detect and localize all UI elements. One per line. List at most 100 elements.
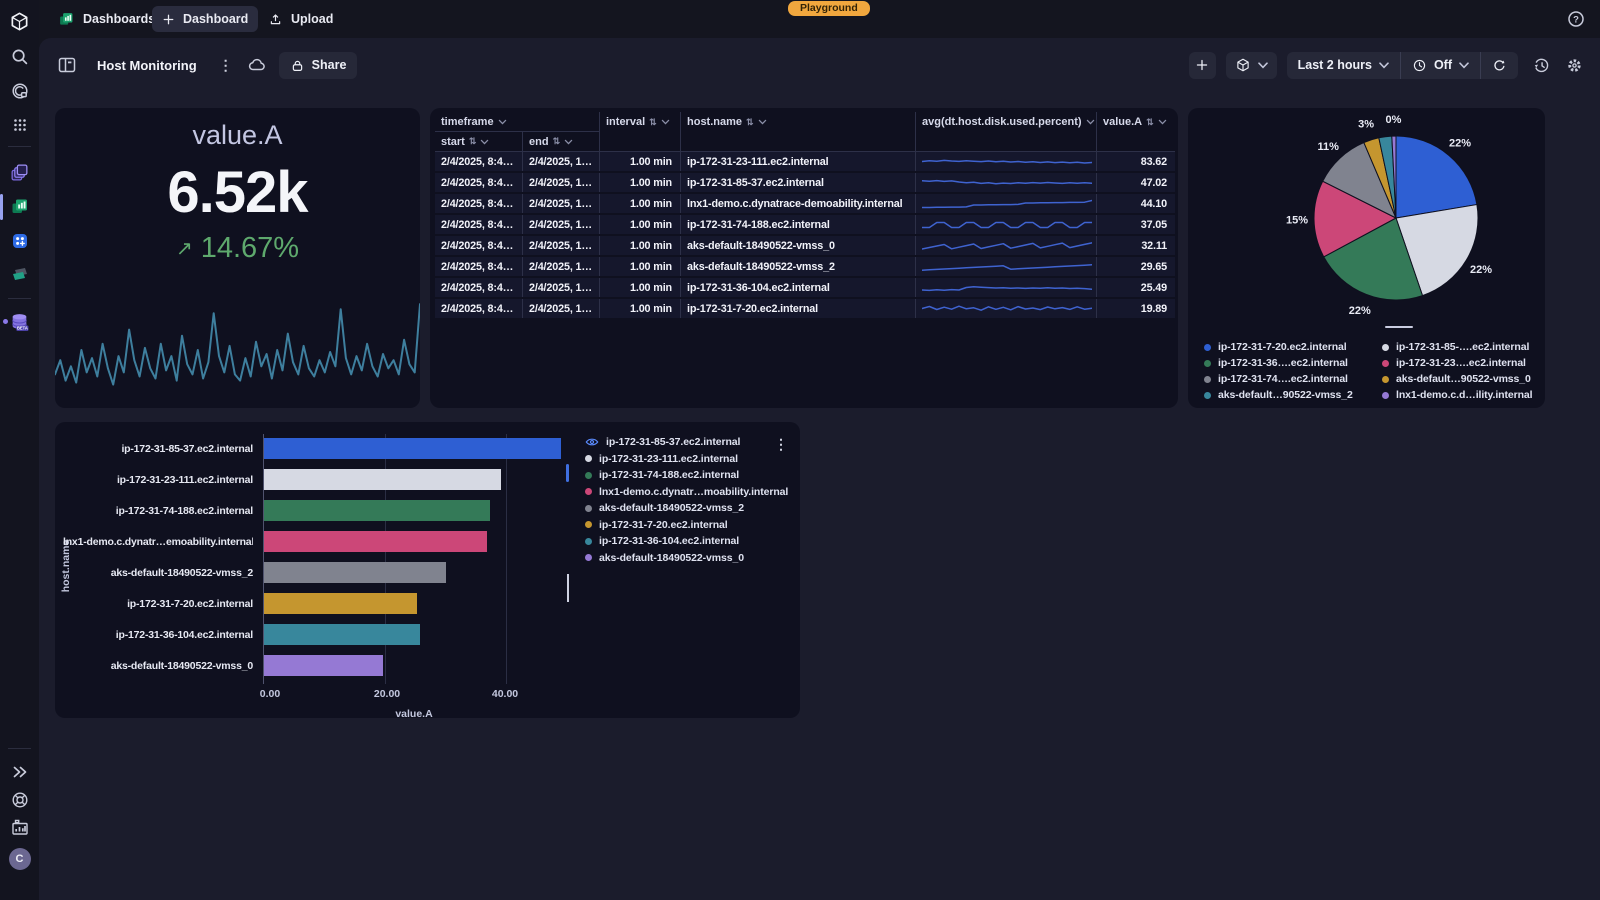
add-tile-button[interactable] [1189, 52, 1216, 79]
column-header-timeframe[interactable]: timeframe [435, 112, 600, 132]
app-sidebar: BETA C [0, 0, 39, 900]
variables-cube-dropdown[interactable] [1226, 52, 1277, 79]
bar-category-label: ip-172-31-74-188.ec2.internal [63, 500, 253, 522]
cell-host: lnx1-demo.c.dynatrace-demoability.intern… [681, 194, 916, 213]
bar[interactable] [264, 531, 487, 552]
bar[interactable] [264, 438, 561, 459]
bar-x-axis-label: value.A [263, 708, 565, 720]
user-avatar[interactable]: C [0, 847, 39, 871]
legend-label: ip-172-31-36-104.ec2.internal [599, 535, 739, 547]
tab-dashboards[interactable]: Dashboards [48, 6, 165, 32]
app-grid-icon[interactable] [0, 113, 39, 137]
auto-refresh-selector[interactable]: Off [1400, 52, 1480, 79]
row-sparkline [922, 217, 1092, 233]
clouds-app-icon[interactable] [0, 160, 39, 184]
kpi-sparkline[interactable] [55, 298, 420, 406]
tab-upload[interactable]: Upload [258, 6, 343, 32]
timeframe-selector[interactable]: Last 2 hours [1287, 52, 1400, 79]
legend-item[interactable]: ip-172-31-85-37.ec2.internal [585, 436, 740, 448]
bar-category-label: lnx1-demo.c.dynatr…emoability.internal [63, 531, 253, 553]
column-header-avg-disk[interactable]: avg(dt.host.disk.used.percent) [916, 112, 1097, 132]
chevron-down-icon [1379, 62, 1389, 69]
legend-item[interactable]: lnx1-demo.c.dynatr…moability.internal [585, 486, 788, 498]
table-subheader-row: start ⇅ end ⇅ [435, 132, 1175, 152]
cell-end: 2/4/2025, 1… [523, 173, 600, 192]
legend-item[interactable]: ip-172-31-7-20.ec2.internal [585, 519, 728, 531]
legend-item[interactable]: aks-default-18490522-vmss_2 [585, 502, 744, 514]
avatar-initial: C [16, 853, 24, 865]
share-button[interactable]: Share [279, 52, 358, 79]
bar-category-label: ip-172-31-85-37.ec2.internal [63, 438, 253, 460]
column-header-start[interactable]: start ⇅ [435, 132, 523, 152]
expand-sidebar-icon[interactable] [0, 760, 39, 784]
pie-chart[interactable]: 22%22%22%15%11%3%0% [1188, 108, 1545, 322]
bar[interactable] [264, 624, 420, 645]
legend-item[interactable]: ip-172-31-36-104.ec2.internal [585, 535, 739, 547]
storage-beta-app-icon[interactable]: BETA [0, 310, 39, 334]
legend-item[interactable]: ip-172-31-23-111.ec2.internal [585, 453, 738, 465]
chevron-down-icon [1158, 119, 1167, 125]
column-label: end [529, 136, 549, 148]
column-header-host[interactable]: host.name ⇅ [681, 112, 916, 132]
cell-value: 19.89 [1097, 299, 1175, 318]
legend-item[interactable]: aks-default…90522-vmss_0 [1382, 373, 1531, 385]
trend-up-icon: ↗ [176, 236, 193, 261]
kpi-value: 6.52k [167, 159, 307, 226]
legend-dot [1382, 376, 1389, 383]
history-icon[interactable] [1532, 56, 1551, 75]
column-label: start [441, 136, 465, 148]
bar[interactable] [264, 655, 383, 676]
chevron-down-icon [564, 139, 573, 145]
chevron-down-icon [661, 119, 670, 125]
bar[interactable] [264, 500, 490, 521]
column-header-interval[interactable]: interval ⇅ [600, 112, 681, 132]
legend-item[interactable]: ip-172-31-7-20.ec2.internal [1204, 341, 1347, 353]
dynatrace-logo-icon[interactable] [0, 9, 39, 33]
table-row: 2/4/2025, 8:4… 2/4/2025, 1… 1.00 min ip-… [435, 152, 1175, 171]
table-row: 2/4/2025, 8:4… 2/4/2025, 1… 1.00 min ip-… [435, 215, 1175, 234]
legend-item[interactable]: lnx1-demo.c.d…ility.internal [1382, 389, 1532, 401]
dashboard-menu-kebab[interactable]: ⋮ [215, 57, 237, 74]
svg-text:3%: 3% [1358, 119, 1374, 131]
tab-label: Upload [291, 12, 333, 26]
bar[interactable] [264, 469, 501, 490]
cell-interval: 1.00 min [600, 173, 681, 192]
row-sparkline [922, 238, 1092, 254]
bar[interactable] [264, 593, 417, 614]
legend-item[interactable]: aks-default-18490522-vmss_0 [585, 552, 744, 564]
search-icon[interactable] [0, 45, 39, 69]
cell-interval: 1.00 min [600, 215, 681, 234]
auto-refresh-label: Off [1434, 58, 1452, 72]
legend-label: ip-172-31-23….ec2.internal [1396, 357, 1526, 369]
table-row: 2/4/2025, 8:4… 2/4/2025, 1… 1.00 min aks… [435, 236, 1175, 255]
help-lifebuoy-icon[interactable] [0, 788, 39, 812]
column-header-value[interactable]: value.A ⇅ [1097, 112, 1175, 132]
cell-end: 2/4/2025, 1… [523, 194, 600, 213]
bar-tile-menu-kebab[interactable]: ⋮ [770, 436, 792, 453]
whats-new-chart-icon[interactable] [0, 816, 39, 840]
legend-dot [585, 472, 592, 479]
svg-text:15%: 15% [1286, 214, 1308, 226]
automations-app-icon[interactable] [0, 229, 39, 253]
kubernetes-app-icon[interactable] [0, 263, 39, 287]
bar[interactable] [264, 562, 446, 583]
help-icon[interactable]: ? [1566, 9, 1586, 29]
cell-interval: 1.00 min [600, 257, 681, 276]
legend-item[interactable]: ip-172-31-23….ec2.internal [1382, 357, 1526, 369]
legend-dot [1382, 392, 1389, 399]
copilot-icon[interactable] [0, 79, 39, 103]
legend-item[interactable]: ip-172-31-74….ec2.internal [1204, 373, 1348, 385]
legend-item[interactable]: ip-172-31-36….ec2.internal [1204, 357, 1348, 369]
sidebar-item-dashboards[interactable] [0, 195, 39, 219]
legend-item[interactable]: ip-172-31-74-188.ec2.internal [585, 469, 739, 481]
legend-scrollbar-thumb[interactable] [566, 464, 569, 482]
dashboard-board-icon[interactable] [57, 55, 77, 75]
cube-icon [1235, 57, 1251, 73]
settings-gear-icon[interactable] [1565, 56, 1584, 75]
legend-item[interactable]: ip-172-31-85-….ec2.internal [1382, 341, 1529, 353]
legend-scrollbar[interactable] [567, 574, 569, 602]
refresh-button[interactable] [1480, 52, 1518, 79]
legend-item[interactable]: aks-default…90522-vmss_2 [1204, 389, 1353, 401]
tab-dashboard-active[interactable]: Dashboard [152, 6, 258, 32]
column-header-end[interactable]: end ⇅ [523, 132, 600, 152]
